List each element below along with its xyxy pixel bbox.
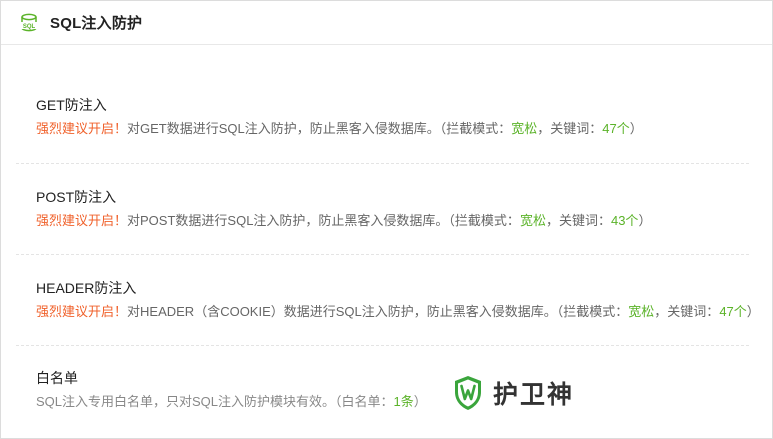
sql-injection-panel: SQL SQL注入防护 GET防注入 强烈建议开启！对GET数据进行SQL注入防…	[0, 0, 773, 439]
sql-database-icon: SQL	[18, 12, 40, 34]
close-paren: ）	[638, 213, 652, 228]
item-description: 强烈建议开启！对GET数据进行SQL注入防护，防止黑客入侵数据库。（拦截模式：宽…	[36, 120, 749, 138]
keyword-count: 47个	[602, 121, 630, 136]
item-title: 白名单	[36, 370, 78, 386]
mode-value: 宽松	[511, 121, 538, 136]
watermark: 护卫神	[453, 375, 574, 411]
item-title: POST防注入	[36, 189, 117, 205]
item-description: 强烈建议开启！对HEADER（含COOKIE）数据进行SQL注入防护，防止黑客入…	[36, 303, 760, 321]
list-item-header[interactable]: HEADER防注入 强烈建议开启！对HEADER（含COOKIE）数据进行SQL…	[16, 255, 760, 346]
list-item-get[interactable]: GET防注入 强烈建议开启！对GET数据进行SQL注入防护，防止黑客入侵数据库。…	[16, 45, 749, 164]
mode-value: 宽松	[519, 213, 546, 228]
item-title: HEADER防注入	[36, 280, 137, 296]
close-paren: ）	[746, 304, 760, 319]
recommend-label: 强烈建议开启！	[36, 304, 128, 319]
list-item-whitelist[interactable]: 白名单 SQL注入专用白名单，只对SQL注入防护模块有效。（白名单：1条）	[16, 346, 749, 411]
item-description: SQL注入专用白名单，只对SQL注入防护模块有效。（白名单：1条）	[36, 393, 749, 411]
description-text: SQL注入专用白名单，只对SQL注入防护模块有效。（白名单：	[36, 394, 394, 409]
shield-w-icon	[455, 376, 481, 410]
item-title: GET防注入	[36, 97, 107, 113]
keyword-count: 43个	[610, 213, 639, 228]
panel-header: SQL SQL注入防护	[1, 1, 772, 45]
item-description: 强烈建议开启！对POST数据进行SQL注入防护，防止黑客入侵数据库。（拦截模式：…	[36, 212, 749, 230]
description-text: 对HEADER（含COOKIE）数据进行SQL注入防护，防止黑客入侵数据库。（拦…	[127, 304, 629, 319]
protection-list: GET防注入 强烈建议开启！对GET数据进行SQL注入防护，防止黑客入侵数据库。…	[1, 45, 772, 411]
whitelist-count: 1条	[393, 394, 414, 409]
description-text: 对POST数据进行SQL注入防护，防止黑客入侵数据库。（拦截模式：	[127, 213, 520, 228]
svg-text:SQL: SQL	[23, 24, 36, 30]
page-title: SQL注入防护	[50, 15, 143, 32]
recommend-label: 强烈建议开启！	[36, 213, 128, 228]
keyword-label: ，关键词：	[537, 121, 603, 136]
close-paren: ）	[629, 121, 643, 136]
close-paren: ）	[413, 394, 427, 409]
recommend-label: 强烈建议开启！	[36, 121, 128, 136]
keyword-label: ，关键词：	[654, 304, 720, 319]
keyword-count: 47个	[719, 304, 747, 319]
description-text: 对GET数据进行SQL注入防护，防止黑客入侵数据库。（拦截模式：	[127, 121, 512, 136]
keyword-label: ，关键词：	[545, 213, 611, 228]
list-item-post[interactable]: POST防注入 强烈建议开启！对POST数据进行SQL注入防护，防止黑客入侵数据…	[16, 164, 749, 255]
mode-value: 宽松	[628, 304, 655, 319]
watermark-text: 护卫神	[493, 381, 575, 409]
